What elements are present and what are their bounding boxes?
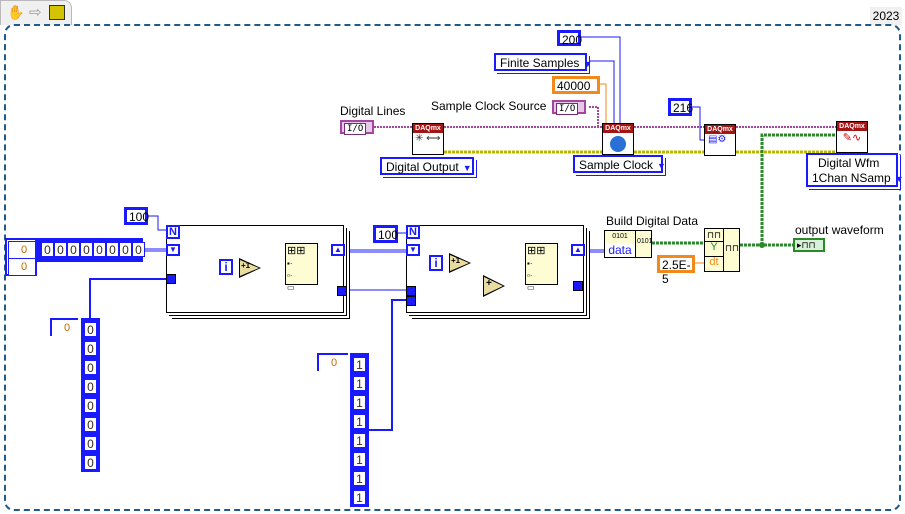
row-index[interactable]: 0 (8, 241, 36, 259)
array-element[interactable]: 0 (84, 398, 97, 413)
sample-mode-enum[interactable]: Finite Samples ▼ (494, 53, 592, 71)
array-element[interactable]: 1 (353, 452, 366, 467)
samples-per-channel-constant[interactable]: 200 (557, 30, 582, 47)
buffer-size-constant[interactable]: 216 (668, 98, 693, 116)
loop2-tunnel-out (573, 281, 583, 291)
loop1-shift-register-left: ▼ (166, 244, 180, 256)
array-element[interactable]: 0 (54, 242, 67, 257)
array-element[interactable]: 0 (67, 242, 80, 257)
zeros-index-display: 0 (50, 318, 78, 336)
data-input-label: data (605, 243, 636, 257)
array-element[interactable]: 0 (84, 455, 97, 470)
array-element[interactable]: 1 (353, 414, 366, 429)
clock-icon (610, 136, 626, 152)
timing-type-selector[interactable]: Sample Clock ▼ (573, 155, 666, 173)
array-element[interactable]: 0 (84, 322, 97, 337)
array2d-constant[interactable]: 00000000 (37, 238, 145, 262)
array-element[interactable]: 0 (84, 436, 97, 451)
build-digital-data-node[interactable]: 0101 data 0101 (604, 230, 653, 258)
sample-clock-source-label: Sample Clock Source (431, 99, 547, 113)
ones-array-wire (368, 299, 406, 431)
loop1-n-terminal: N (166, 225, 180, 239)
channel-type-selector[interactable]: Digital Output ▼ (380, 157, 474, 175)
daqmx-configure-buffer-node[interactable]: DAQmx ▤⚙ (704, 124, 736, 156)
write-type-selector[interactable]: Digital Wfm 1Chan NSamp ▼ (806, 153, 904, 187)
waveform-out-icon: ⊓⊓ (725, 243, 740, 253)
dropdown-arrow-icon: ▼ (894, 174, 904, 184)
buffer-icon: ▤⚙ (708, 134, 727, 145)
daqmx-create-channel-node[interactable]: DAQmx ✳ ⟷ (412, 123, 444, 155)
y-input-label: Y (705, 241, 724, 257)
buffer-wire (692, 106, 704, 141)
array2d-index-display: 0 0 (5, 238, 37, 276)
for-loop-1: N ▼ ▲ i +1 ⊞⊞ ▪· ▫· ▭ (166, 225, 347, 313)
digital-lines-io-constant[interactable]: I/O (340, 120, 374, 135)
dropdown-arrow-icon: ▼ (657, 161, 666, 171)
loop1-tunnel-out (337, 286, 347, 296)
build-digital-data-label: Build Digital Data (606, 214, 699, 228)
loop2-count-constant[interactable]: 100 (373, 225, 398, 243)
array-element[interactable]: 0 (93, 242, 106, 257)
array-element[interactable]: 0 (84, 341, 97, 356)
loop2-shift-register-right: ▲ (571, 244, 585, 256)
array-element[interactable]: 1 (353, 433, 366, 448)
dt-input-label: dt (705, 256, 724, 271)
loop2-shift-register-left: ▼ (406, 244, 420, 256)
array-element[interactable]: 1 (353, 376, 366, 391)
array-element[interactable]: 0 (106, 242, 119, 257)
increment-label: +1 (451, 256, 461, 265)
clock-source-wire (589, 106, 599, 127)
for-loop-2: N ▼ ▲ i +1 + ⊞⊞ ▪· ▫· ▭ (406, 225, 585, 313)
array-element[interactable]: 0 (132, 242, 145, 257)
array-element[interactable]: 0 (119, 242, 132, 257)
loop1-tunnel-in (166, 274, 176, 284)
array-element[interactable]: 1 (353, 395, 366, 410)
digital-lines-label: Digital Lines (340, 104, 406, 118)
array-element[interactable]: 0 (84, 360, 97, 375)
dt-constant[interactable]: 2.5E-5 (657, 255, 695, 286)
zeros-array-constant[interactable]: 0 0 0 0 0 0 0 0 (81, 318, 100, 472)
zeros-index[interactable]: 0 (52, 320, 78, 336)
sample-mode-value: Finite Samples (500, 56, 580, 70)
output-waveform-label: output waveform (795, 223, 884, 237)
loop2-n-terminal: N (406, 225, 420, 239)
dropdown-arrow-icon: ▼ (583, 59, 593, 69)
array-element[interactable]: 1 (353, 490, 366, 505)
ones-index[interactable]: 0 (319, 355, 348, 371)
loop1-i-terminal: i (219, 259, 233, 275)
write-icon: ✎∿ (842, 132, 862, 144)
array-element[interactable]: 0 (80, 242, 93, 257)
array-element[interactable]: 0 (84, 417, 97, 432)
loop1-replace-array-subset-node: ⊞⊞ ▪· ▫· ▭ (285, 243, 318, 292)
loop1-shift-register-right: ▲ (331, 244, 345, 256)
loop2-i-terminal: i (429, 255, 443, 271)
add-label: + (486, 278, 492, 289)
build-waveform-node[interactable]: ⊓⊓ Y dt ⊓⊓ (704, 228, 740, 272)
loop2-tunnel-in-2 (406, 296, 416, 306)
rate-constant[interactable]: 40000 (552, 76, 600, 94)
loop2-replace-array-subset-node: ⊞⊞ ▪· ▫· ▭ (525, 243, 558, 292)
zeros-array-wire (89, 278, 166, 345)
array-element[interactable]: 0 (84, 379, 97, 394)
daqmx-write-node[interactable]: DAQmx ✎∿ (836, 121, 868, 153)
loop1-count-constant[interactable]: 100 (124, 207, 149, 225)
array-element[interactable]: 0 (41, 242, 54, 257)
increment-label: +1 (241, 261, 251, 270)
ones-index-display: 0 (317, 353, 348, 371)
array-element[interactable]: 1 (353, 357, 366, 372)
col-index[interactable]: 0 (8, 258, 36, 276)
count1-wire (148, 215, 166, 231)
output-waveform-indicator[interactable]: ▸⊓⊓ (793, 238, 825, 252)
sample-clock-source-io-constant[interactable]: I/O (552, 100, 586, 115)
channel-icon: ✳ ⟷ (415, 133, 441, 144)
array-element[interactable]: 1 (353, 471, 366, 486)
daqmx-timing-node[interactable]: DAQmx (602, 123, 634, 155)
ones-array-constant[interactable]: 1 1 1 1 1 1 1 1 (350, 353, 369, 507)
loop2-tunnel-in-1 (406, 286, 416, 296)
array2d-in-wire (143, 248, 166, 252)
dropdown-arrow-icon: ▼ (462, 163, 472, 173)
shift-reg-wire (344, 249, 406, 253)
